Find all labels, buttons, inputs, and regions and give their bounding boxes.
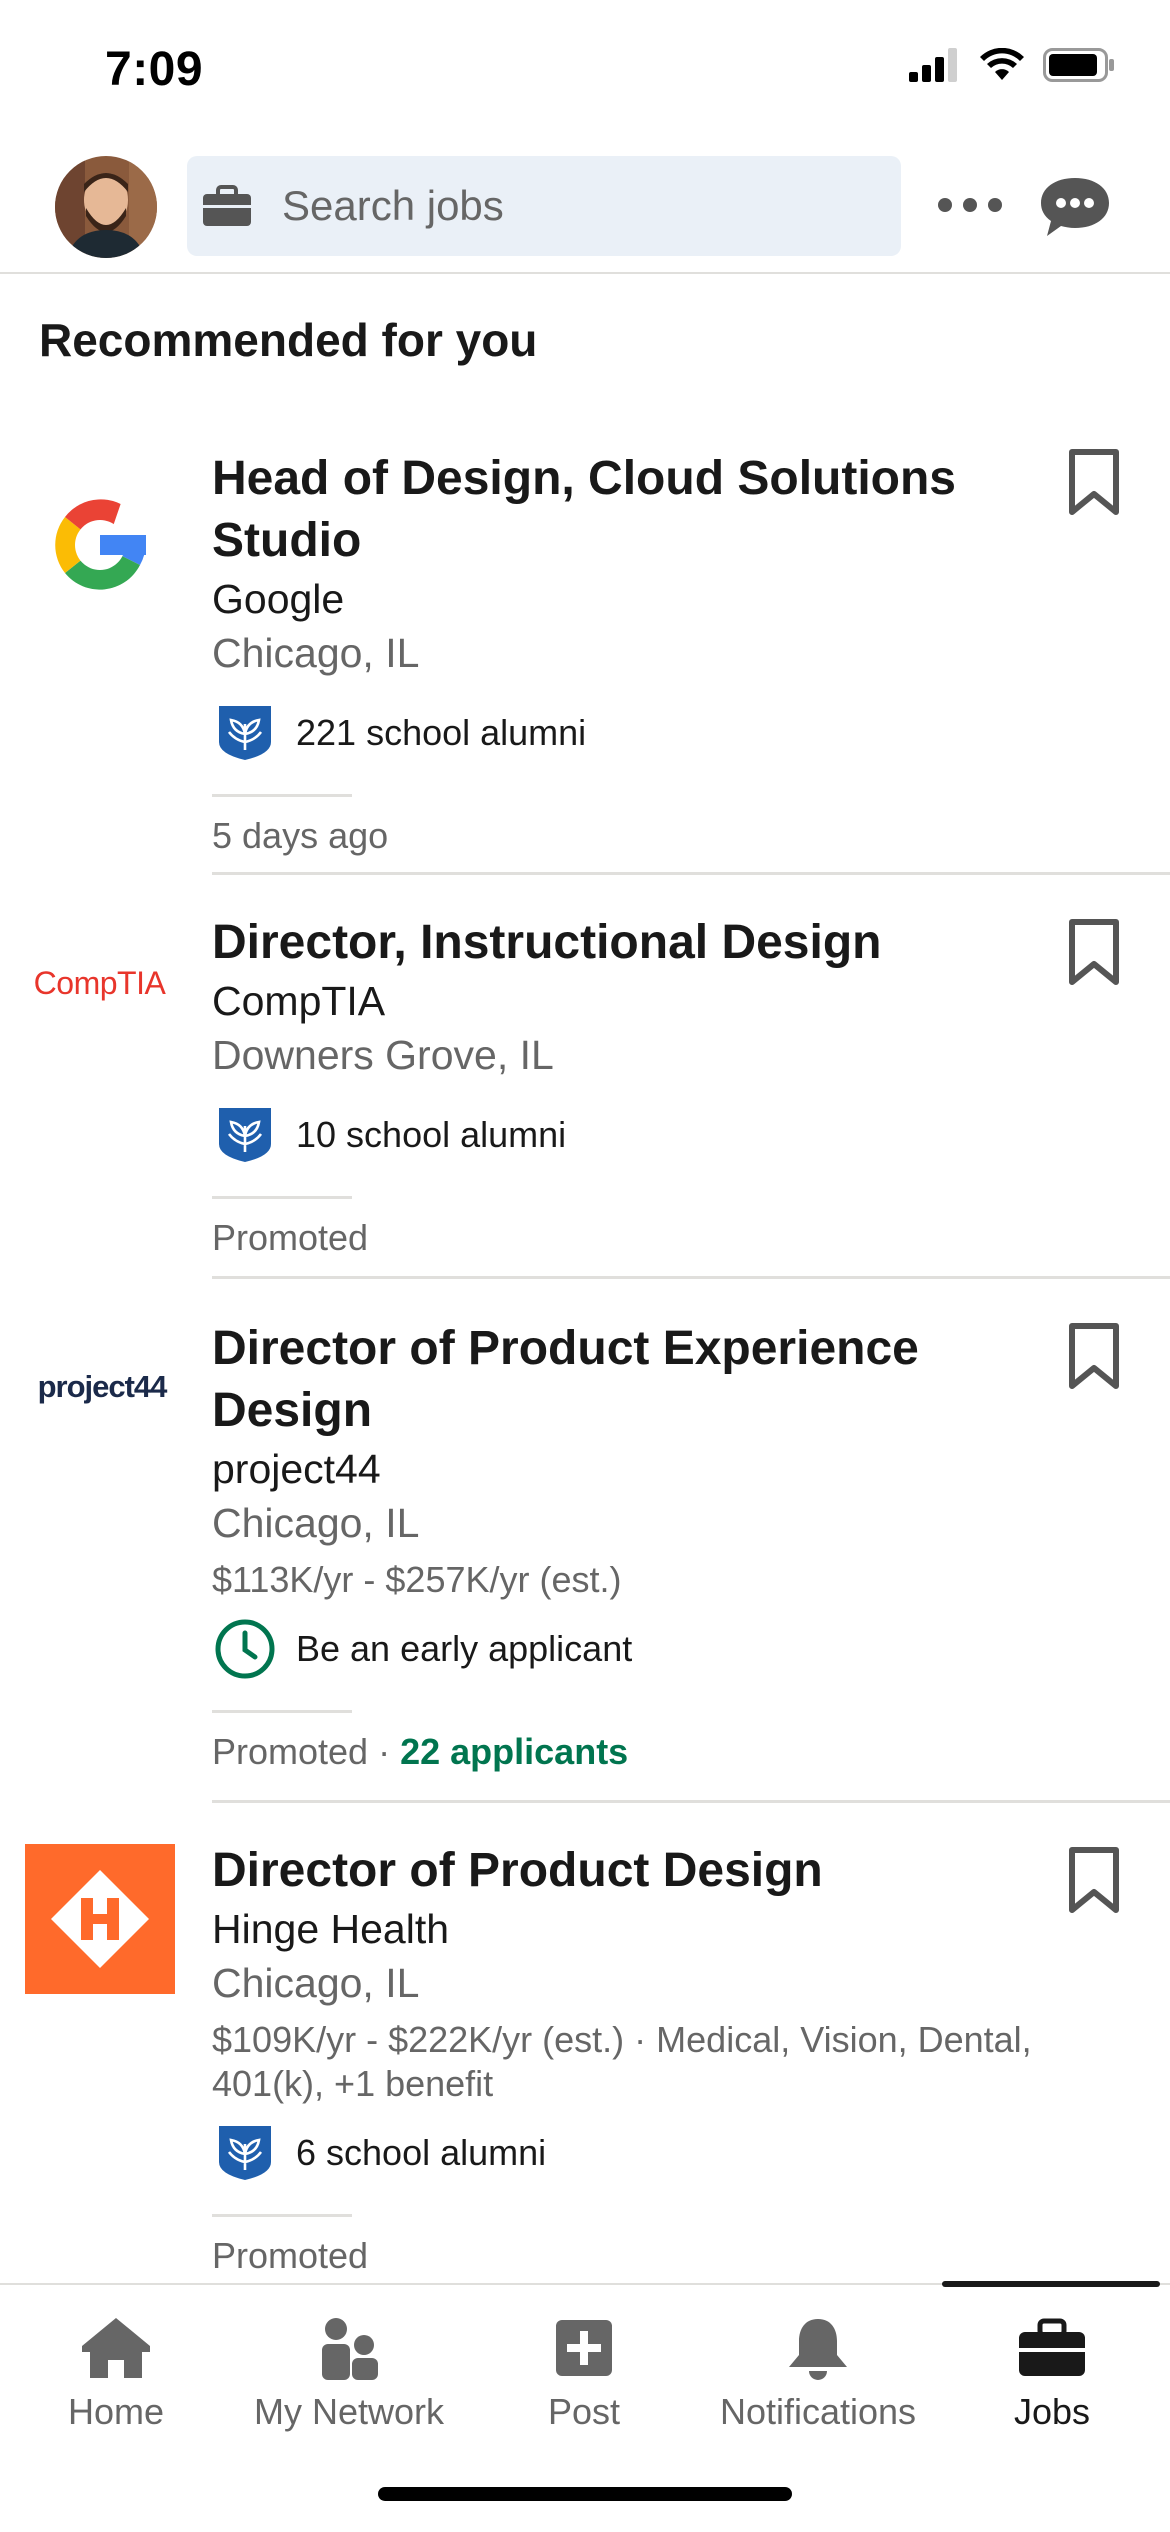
home-indicator: [378, 2487, 792, 2501]
bookmark-icon[interactable]: [1068, 1846, 1120, 1916]
job-title[interactable]: Director of Product Experience Design: [212, 1318, 1032, 1442]
promoted-label: Promoted: [212, 1731, 369, 1772]
school-logo-icon: [212, 2120, 278, 2186]
applicant-count: 22 applicants: [400, 1731, 629, 1772]
insight-text: 10 school alumni: [296, 1114, 567, 1155]
bookmark-icon[interactable]: [1068, 1322, 1120, 1392]
job-insight: 10 school alumni: [212, 1100, 1032, 1170]
job-footer: Promoted: [212, 2235, 1032, 2277]
divider: [212, 1196, 352, 1199]
company-name: Google: [212, 576, 345, 622]
status-bar: 7:09: [0, 0, 1170, 140]
divider: [212, 1710, 352, 1713]
insight-text: 6 school alumni: [296, 2132, 547, 2173]
job-location: Chicago, IL: [212, 630, 420, 676]
insight-text: 221 school alumni: [296, 712, 587, 753]
messaging-button[interactable]: [1038, 174, 1112, 240]
more-horizontal-icon: [938, 198, 1002, 212]
promoted-label: Promoted: [212, 2235, 369, 2276]
salary-estimate: $109K/yr - $222K/yr (est.) · Medical, Vi…: [212, 2019, 1032, 2104]
battery-icon: [1043, 48, 1114, 82]
job-footer: 5 days ago: [212, 815, 1032, 857]
school-logo-icon: [212, 700, 278, 766]
search-jobs-input[interactable]: Search jobs: [187, 156, 901, 256]
card-divider: [212, 1800, 1170, 1803]
bell-icon: [785, 2313, 851, 2383]
nav-label: My Network: [253, 2391, 445, 2432]
job-footer: Promoted: [212, 1217, 1032, 1259]
nav-label: Jobs: [1013, 2391, 1091, 2432]
divider: [212, 794, 352, 797]
clock-icon: [212, 1616, 278, 1682]
nav-my-network[interactable]: My Network: [232, 2285, 466, 2435]
home-icon: [80, 2313, 152, 2383]
messaging-icon: [1041, 178, 1109, 236]
card-divider: [212, 1276, 1170, 1279]
job-insight: 6 school alumni: [212, 2118, 1032, 2188]
insight-text: Be an early applicant: [296, 1628, 633, 1669]
status-time: 7:09: [105, 43, 204, 96]
salary-estimate: $113K/yr - $257K/yr (est.): [212, 1559, 622, 1600]
job-location: Chicago, IL: [212, 1960, 420, 2006]
jobs-screen: 7:09 Search jobs Recommended for you Hea…: [0, 0, 1170, 2532]
google-logo: [25, 470, 175, 620]
section-title: Recommended for you: [39, 314, 538, 366]
promoted-label: Promoted: [212, 1217, 369, 1258]
bookmark-icon[interactable]: [1068, 918, 1120, 988]
job-insight: 221 school alumni: [212, 698, 1032, 768]
wifi-icon: [980, 48, 1024, 80]
more-options-button[interactable]: [935, 180, 1005, 230]
nav-home[interactable]: Home: [20, 2285, 212, 2435]
footer-separator: ·: [378, 1731, 391, 1772]
job-location: Downers Grove, IL: [212, 1032, 554, 1078]
company-name: CompTIA: [212, 978, 386, 1024]
job-footer: Promoted · 22 applicants: [212, 1731, 1032, 1773]
company-name: project44: [212, 1446, 381, 1492]
project44-logo: project44: [37, 1369, 168, 1404]
divider: [212, 2214, 352, 2217]
status-icons: [909, 48, 1115, 82]
search-placeholder: Search jobs: [282, 182, 504, 229]
card-divider: [212, 872, 1170, 875]
nav-label: Post: [547, 2391, 621, 2432]
nav-notifications[interactable]: Notifications: [700, 2285, 936, 2435]
job-insight: Be an early applicant: [212, 1614, 1032, 1684]
avatar-photo: [55, 156, 157, 258]
comptia-logo: CompTIA: [33, 964, 166, 1001]
job-title[interactable]: Director, Instructional Design: [212, 912, 1032, 974]
network-icon: [316, 2313, 382, 2383]
posted-time: 5 days ago: [212, 815, 389, 856]
nav-jobs[interactable]: Jobs: [956, 2285, 1148, 2435]
school-logo-icon: [212, 1102, 278, 1168]
nav-post[interactable]: Post: [488, 2285, 680, 2435]
briefcase-icon: [202, 185, 252, 227]
job-location: Chicago, IL: [212, 1500, 420, 1546]
profile-avatar[interactable]: [55, 156, 157, 258]
company-name: Hinge Health: [212, 1906, 450, 1952]
hinge-health-logo: [25, 1844, 175, 1994]
nav-label: Notifications: [719, 2391, 917, 2432]
cellular-signal-icon: [909, 48, 957, 82]
post-plus-icon: [554, 2313, 614, 2383]
nav-label: Home: [67, 2391, 165, 2432]
bookmark-icon[interactable]: [1068, 448, 1120, 518]
job-title[interactable]: Head of Design, Cloud Solutions Studio: [212, 448, 1032, 572]
top-header: Search jobs: [0, 140, 1170, 274]
briefcase-icon: [1017, 2313, 1087, 2383]
job-title[interactable]: Director of Product Design: [212, 1840, 1032, 1902]
